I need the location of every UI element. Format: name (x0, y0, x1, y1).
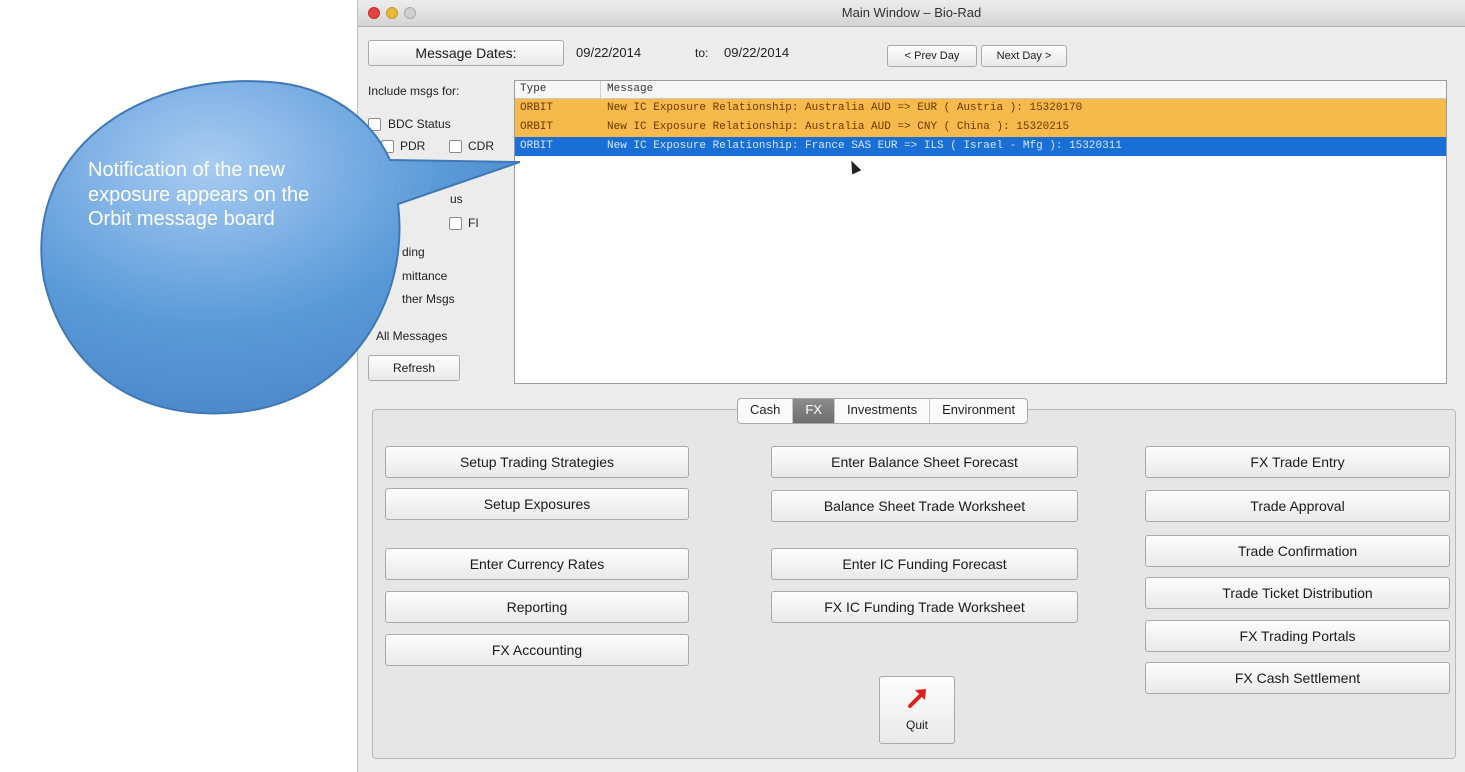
message-row-selected[interactable]: ORBIT New IC Exposure Relationship: Fran… (515, 137, 1446, 156)
setup-exposures-button[interactable]: Setup Exposures (385, 488, 689, 520)
prev-day-button[interactable]: < Prev Day (887, 45, 977, 67)
message-row[interactable]: ORBIT New IC Exposure Relationship: Aust… (515, 99, 1446, 118)
quit-button[interactable]: Quit (879, 676, 955, 744)
quit-label: Quit (905, 718, 928, 732)
title-bar: Main Window – Bio-Rad (358, 0, 1465, 27)
message-row[interactable]: ORBIT New IC Exposure Relationship: Aust… (515, 118, 1446, 137)
fx-cash-settlement-button[interactable]: FX Cash Settlement (1145, 662, 1450, 694)
message-type: ORBIT (520, 140, 554, 152)
reporting-button[interactable]: Reporting (385, 591, 689, 623)
enter-ic-funding-forecast-button[interactable]: Enter IC Funding Forecast (771, 548, 1078, 580)
message-text: New IC Exposure Relationship: France SAS… (607, 140, 1122, 152)
trade-confirmation-button[interactable]: Trade Confirmation (1145, 535, 1450, 567)
message-text: New IC Exposure Relationship: Australia … (607, 121, 1070, 133)
message-type: ORBIT (520, 102, 554, 114)
trade-ticket-distribution-button[interactable]: Trade Ticket Distribution (1145, 577, 1450, 609)
message-column-header[interactable]: Message (607, 83, 653, 95)
from-date-field[interactable]: 09/22/2014 (576, 45, 641, 60)
setup-trading-strategies-button[interactable]: Setup Trading Strategies (385, 446, 689, 478)
enter-balance-sheet-forecast-button[interactable]: Enter Balance Sheet Forecast (771, 446, 1078, 478)
callout-text: Notification of the new exposure appears… (88, 159, 310, 230)
type-column-header[interactable]: Type (520, 83, 546, 95)
tab-fx[interactable]: FX (793, 399, 835, 423)
message-board[interactable]: Type Message ORBIT New IC Exposure Relat… (514, 80, 1447, 384)
window-title: Main Window – Bio-Rad (841, 5, 982, 20)
next-day-button[interactable]: Next Day > (981, 45, 1067, 67)
to-date-field[interactable]: 09/22/2014 (724, 45, 789, 60)
tab-bar: Cash FX Investments Environment (737, 398, 1029, 424)
tab-investments[interactable]: Investments (835, 399, 931, 423)
exit-arrow-icon (908, 689, 926, 708)
fx-trading-portals-button[interactable]: FX Trading Portals (1145, 620, 1450, 652)
trade-approval-button[interactable]: Trade Approval (1145, 490, 1450, 522)
fx-trade-entry-button[interactable]: FX Trade Entry (1145, 446, 1450, 478)
to-label: to: (695, 46, 709, 60)
message-text: New IC Exposure Relationship: Australia … (607, 102, 1083, 114)
tab-environment[interactable]: Environment (930, 399, 1027, 423)
fx-ic-funding-trade-worksheet-button[interactable]: FX IC Funding Trade Worksheet (771, 591, 1078, 623)
message-list-header: Type Message (515, 81, 1446, 99)
tab-cash[interactable]: Cash (738, 399, 794, 423)
column-divider[interactable] (600, 81, 601, 98)
main-window: Main Window – Bio-Rad Message Dates: 09/… (357, 0, 1465, 772)
fx-accounting-button[interactable]: FX Accounting (385, 634, 689, 666)
enter-currency-rates-button[interactable]: Enter Currency Rates (385, 548, 689, 580)
balance-sheet-trade-worksheet-button[interactable]: Balance Sheet Trade Worksheet (771, 490, 1078, 522)
message-type: ORBIT (520, 121, 554, 133)
